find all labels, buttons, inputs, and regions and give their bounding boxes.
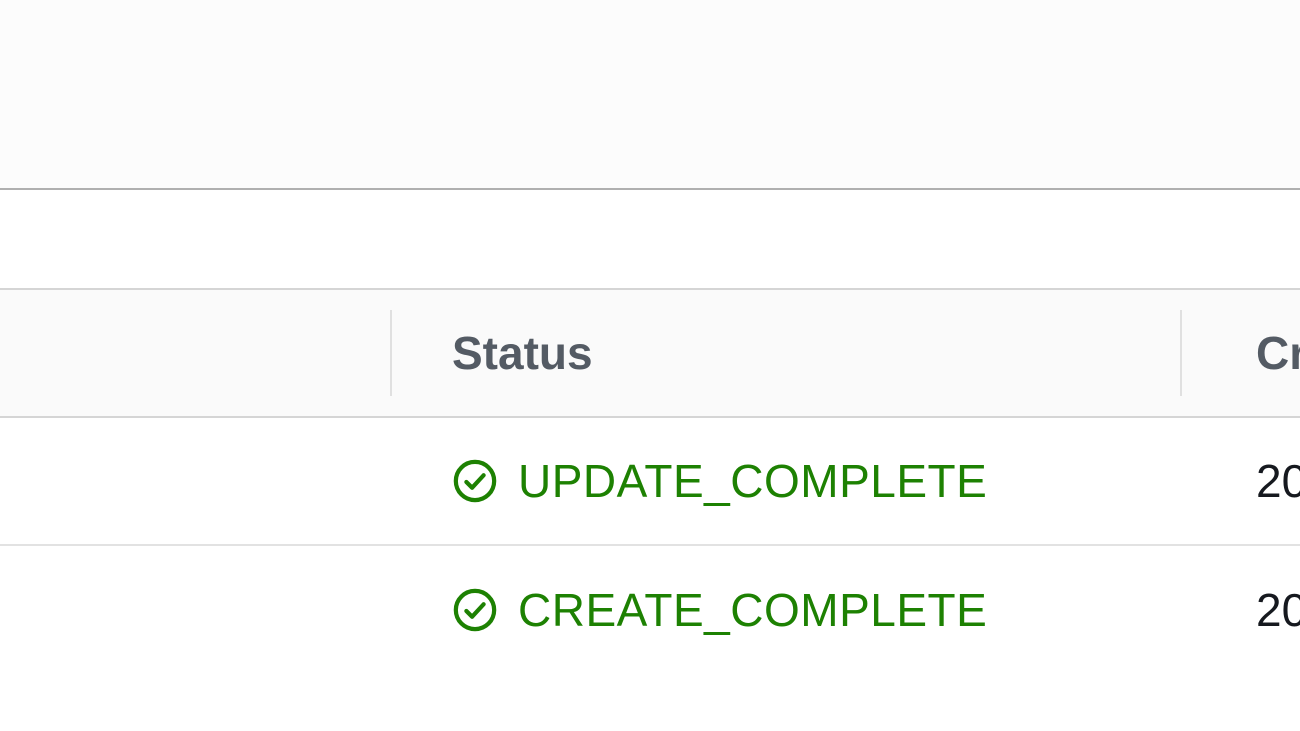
column-header-status[interactable]: Status (390, 290, 1180, 416)
status-cell: UPDATE_COMPLETE (390, 454, 1180, 508)
table-header-row: Status Cr (0, 290, 1300, 418)
created-cell: 20 (1180, 583, 1300, 637)
check-circle-icon (452, 587, 498, 633)
table-row[interactable]: CREATE_COMPLETE 20 (0, 546, 1300, 674)
page-container: Status Cr UPDATE_COMPLETE 20 (0, 0, 1300, 731)
status-cell: CREATE_COMPLETE (390, 583, 1180, 637)
check-circle-icon (452, 458, 498, 504)
status-text: UPDATE_COMPLETE (518, 454, 987, 508)
created-cell: 20 (1180, 454, 1300, 508)
table-header-spacer (0, 290, 390, 416)
created-text: 20 (1256, 583, 1300, 637)
table-row[interactable]: UPDATE_COMPLETE 20 (0, 418, 1300, 546)
stacks-table: Status Cr UPDATE_COMPLETE 20 (0, 290, 1300, 731)
column-header-created-label: Cr (1256, 326, 1300, 380)
status-text: CREATE_COMPLETE (518, 583, 987, 637)
filter-band (0, 190, 1300, 290)
top-blank-region (0, 0, 1300, 190)
created-text: 20 (1256, 454, 1300, 508)
column-header-status-label: Status (452, 326, 593, 380)
column-header-created[interactable]: Cr (1180, 290, 1300, 416)
